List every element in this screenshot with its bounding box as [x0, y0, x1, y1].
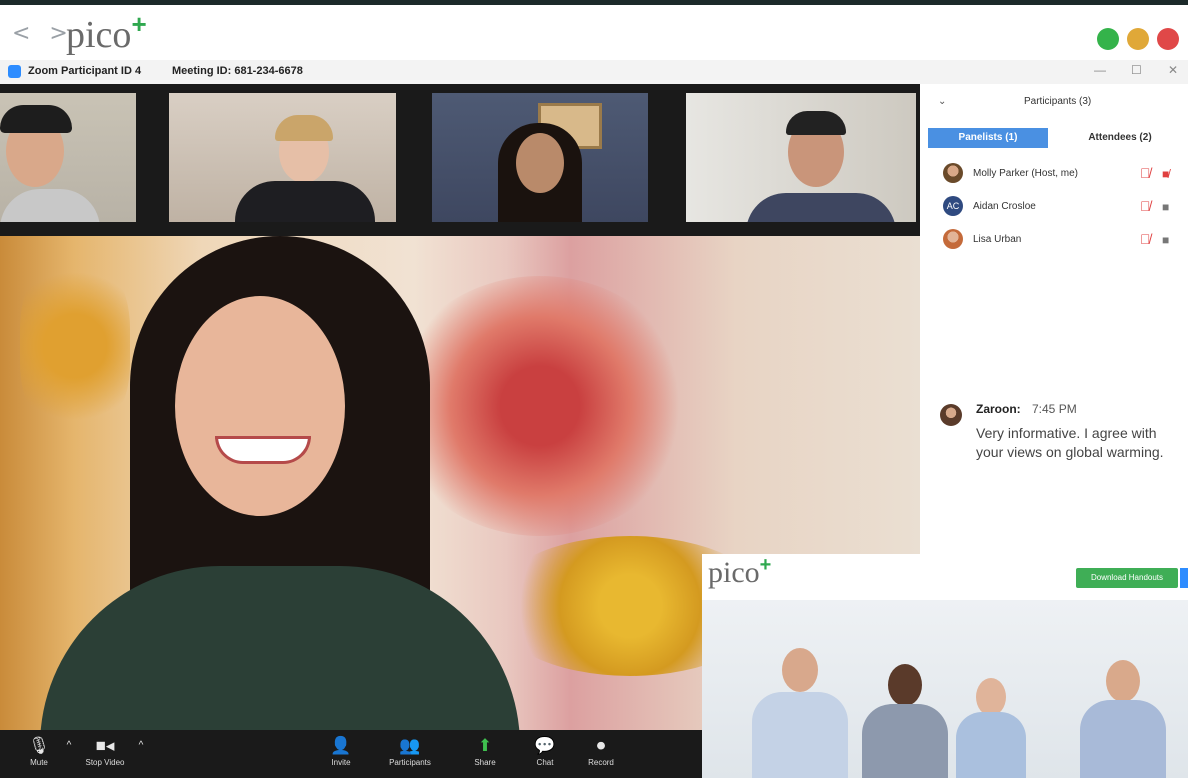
chat-sender: Zaroon:	[976, 402, 1021, 416]
window-titlebar: Zoom Participant ID 4 Meeting ID: 681-23…	[0, 60, 1188, 85]
person-sweater	[40, 566, 520, 730]
video-tile[interactable]	[432, 93, 648, 222]
person-face	[782, 648, 818, 692]
mute-button[interactable]: 🎙 Mute	[24, 736, 54, 767]
person-shirt	[1080, 700, 1166, 778]
invite-button[interactable]: 👤 Invite	[326, 736, 356, 767]
participant-row[interactable]: Lisa Urban 🎙̸ ■	[940, 226, 1180, 259]
meeting-id: Meeting ID: 681-234-6678	[172, 65, 303, 77]
tab-attendees[interactable]: Attendees (2)	[1060, 128, 1180, 148]
panel-tabs: Panelists (1) Attendees (2)	[928, 128, 1180, 148]
muted-mic-icon[interactable]: 🎙̸	[1140, 165, 1151, 181]
panel-title: Participants (3)	[1024, 96, 1092, 107]
panel-header: ⌄ Participants (3)	[920, 84, 1188, 120]
person-face	[1106, 660, 1140, 702]
person-shirt	[956, 712, 1026, 778]
inset-brand-logo: pico+	[708, 554, 772, 589]
video-camera-icon: ■◂	[95, 736, 115, 755]
participant-list: Molly Parker (Host, me) 🎙̸ ■̸ AC Aidan C…	[940, 160, 1180, 259]
green-dot[interactable]	[1097, 28, 1119, 50]
tab-panelists[interactable]: Panelists (1)	[928, 128, 1048, 148]
maximize-button[interactable]: ☐	[1131, 63, 1142, 77]
inset-window: pico+ Download Handouts	[702, 554, 1188, 778]
video-options-caret[interactable]: ^	[134, 736, 148, 756]
participants-icon: 👥	[399, 736, 421, 755]
invite-icon: 👤	[330, 736, 352, 755]
share-screen-icon: ⬆	[477, 736, 493, 755]
muted-mic-icon[interactable]: 🎙̸	[1140, 198, 1151, 214]
person-shirt	[752, 692, 848, 778]
inset-blue-button[interactable]	[1180, 568, 1188, 588]
hair	[786, 111, 846, 135]
avatar: AC	[943, 196, 963, 216]
zoom-app-icon	[8, 65, 21, 78]
participant-row[interactable]: AC Aidan Crosloe 🎙̸ ■	[940, 193, 1180, 226]
chat-button[interactable]: 💬 Chat	[530, 736, 560, 767]
close-button[interactable]: ✕	[1168, 63, 1178, 77]
person-suit	[746, 193, 896, 222]
share-button[interactable]: ⬆ Share	[468, 736, 502, 767]
minimize-button[interactable]: —	[1094, 63, 1106, 77]
video-tile[interactable]	[169, 93, 396, 222]
hair	[275, 115, 333, 141]
dragon-ornament	[20, 256, 130, 436]
chat-icon: 💬	[534, 736, 556, 755]
video-off-icon[interactable]: ■̸	[1162, 167, 1169, 181]
person-shirt	[0, 189, 100, 222]
participant-row[interactable]: Molly Parker (Host, me) 🎙̸ ■̸	[940, 160, 1180, 193]
smile	[215, 436, 311, 464]
video-tile[interactable]	[0, 93, 136, 222]
window-title: Zoom Participant ID 4	[28, 65, 142, 77]
chat-time: 7:45 PM	[1032, 402, 1077, 416]
yellow-dot[interactable]	[1127, 28, 1149, 50]
person-face	[888, 664, 922, 706]
participants-panel: ⌄ Participants (3) Panelists (1) Attende…	[920, 84, 1188, 554]
avatar	[943, 229, 963, 249]
person-shirt	[235, 181, 375, 222]
chat-text: Very informative. I agree with your view…	[976, 425, 1164, 460]
video-camera-icon[interactable]: ■	[1162, 200, 1169, 214]
dragon-mouth	[390, 276, 690, 536]
person-face	[516, 133, 564, 193]
mute-options-caret[interactable]: ^	[62, 736, 76, 756]
collapse-chevron-icon[interactable]: ⌄	[938, 96, 946, 107]
participants-button[interactable]: 👥 Participants	[382, 736, 438, 767]
microphone-icon: 🎙	[28, 736, 50, 755]
video-camera-icon[interactable]: ■	[1162, 233, 1169, 247]
video-tile[interactable]	[686, 93, 916, 222]
chat-avatar	[940, 404, 962, 426]
nav-arrows[interactable]: < >	[12, 21, 74, 46]
top-bar: < > pico+	[0, 0, 1188, 60]
record-button[interactable]: ⏺ Record	[584, 736, 618, 767]
inset-video[interactable]	[702, 600, 1188, 778]
person-face	[175, 296, 345, 516]
person-face	[976, 678, 1006, 716]
avatar	[943, 163, 963, 183]
inset-header: pico+ Download Handouts	[702, 554, 1188, 600]
record-icon: ⏺	[596, 736, 606, 755]
stop-video-button[interactable]: ■◂ Stop Video	[80, 736, 130, 767]
cap	[0, 105, 72, 133]
download-handouts-button[interactable]: Download Handouts	[1076, 568, 1178, 588]
person-shirt	[862, 704, 948, 778]
red-dot[interactable]	[1157, 28, 1179, 50]
video-gallery	[0, 84, 920, 236]
muted-mic-icon[interactable]: 🎙̸	[1140, 231, 1151, 247]
brand-logo: pico+	[66, 9, 147, 56]
